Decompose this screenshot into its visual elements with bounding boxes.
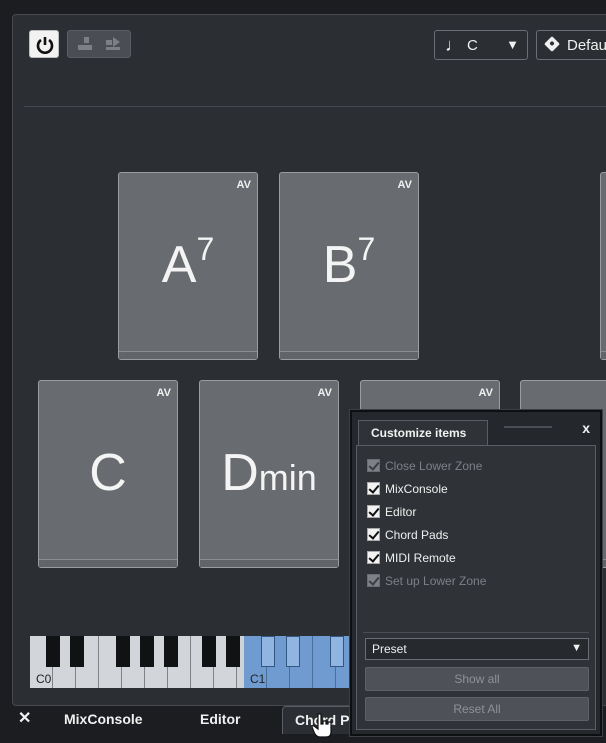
black-key[interactable] xyxy=(226,636,240,667)
chord-label: Dmin xyxy=(221,444,317,502)
close-icon[interactable]: x xyxy=(582,420,590,436)
black-key[interactable] xyxy=(164,636,178,667)
power-toggle-button[interactable] xyxy=(29,30,59,58)
chord-pad[interactable]: AV Dmin xyxy=(199,380,339,568)
key-value: C xyxy=(467,37,478,54)
checkbox[interactable] xyxy=(367,551,380,564)
popup-body: Close Lower Zone MixConsole Editor Chord… xyxy=(356,445,596,730)
chord-pad[interactable]: AV A7 xyxy=(118,172,258,360)
popup-divider xyxy=(363,632,589,633)
black-key-highlighted[interactable] xyxy=(261,636,275,667)
key-selector-dropdown[interactable]: ♩ C ▼ xyxy=(434,30,528,60)
chord-pad[interactable] xyxy=(600,172,606,360)
checkbox[interactable] xyxy=(367,528,380,541)
pad-badge: AV xyxy=(156,387,171,399)
move-pads-right-icon[interactable] xyxy=(106,37,120,51)
preset-dropdown[interactable]: Preset ▼ xyxy=(365,638,589,660)
chord-label: B7 xyxy=(322,231,376,294)
close-icon[interactable]: ✕ xyxy=(18,706,31,734)
preset-value: Default xyxy=(567,37,606,54)
show-all-button[interactable]: Show all xyxy=(365,667,589,691)
preset-icon xyxy=(544,36,560,52)
pad-badge: AV xyxy=(317,387,332,399)
preset-dropdown-value: Preset xyxy=(372,642,407,656)
chord-pad[interactable]: AV C xyxy=(38,380,178,568)
black-key[interactable] xyxy=(116,636,130,667)
black-key-highlighted[interactable] xyxy=(286,636,300,667)
pad-badge: AV xyxy=(478,387,493,399)
checkbox[interactable] xyxy=(367,482,380,495)
pad-arrangement-buttons[interactable] xyxy=(67,30,131,58)
chord-label: C xyxy=(89,444,127,502)
hand-cursor-icon xyxy=(312,713,332,738)
chord-pad[interactable]: AV B7 xyxy=(279,172,419,360)
reset-all-button[interactable]: Reset All xyxy=(365,697,589,721)
toolbar-divider xyxy=(24,106,606,107)
customize-items-popup: Customize items x Close Lower Zone MixCo… xyxy=(350,410,602,736)
black-key[interactable] xyxy=(140,636,154,667)
move-pads-down-icon[interactable] xyxy=(78,37,92,51)
black-key[interactable] xyxy=(46,636,60,667)
black-key[interactable] xyxy=(202,636,216,667)
power-icon xyxy=(36,37,54,54)
tab-mixconsole[interactable]: MixConsole xyxy=(64,706,143,734)
chevron-down-icon: ▼ xyxy=(571,642,582,654)
checkbox xyxy=(367,574,380,587)
pad-badge: AV xyxy=(397,179,412,191)
checkbox xyxy=(367,459,380,472)
pad-preset-dropdown[interactable]: Default xyxy=(536,30,606,60)
black-key-highlighted[interactable] xyxy=(330,636,344,667)
chord-label: A7 xyxy=(161,231,215,294)
drag-handle[interactable] xyxy=(504,426,552,428)
note-icon: ♩ xyxy=(445,35,463,55)
piano-keyboard[interactable]: C0 C1 xyxy=(30,636,350,688)
chevron-down-icon: ▼ xyxy=(506,37,519,52)
black-key[interactable] xyxy=(70,636,84,667)
checkbox[interactable] xyxy=(367,505,380,518)
pad-badge: AV xyxy=(236,179,251,191)
tab-editor[interactable]: Editor xyxy=(200,706,240,734)
key-label-c1: C1 xyxy=(250,672,266,686)
key-label-c0: C0 xyxy=(36,672,52,686)
popup-title: Customize items xyxy=(358,420,488,446)
